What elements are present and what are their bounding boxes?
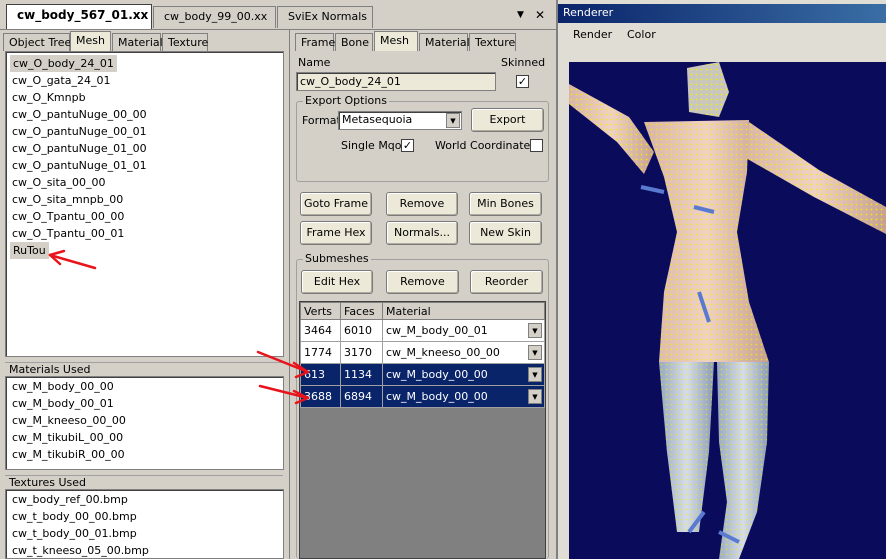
arrow-row-3688 xyxy=(258,384,310,400)
annotation-arrows xyxy=(48,249,310,405)
tab-mesh[interactable]: Mesh xyxy=(70,31,111,51)
arrow-row-613 xyxy=(256,350,310,374)
tab-mesh-active[interactable]: Mesh xyxy=(374,31,418,51)
doc-tab-cw-body-567[interactable]: cw_body_567_01.xx xyxy=(6,4,152,29)
